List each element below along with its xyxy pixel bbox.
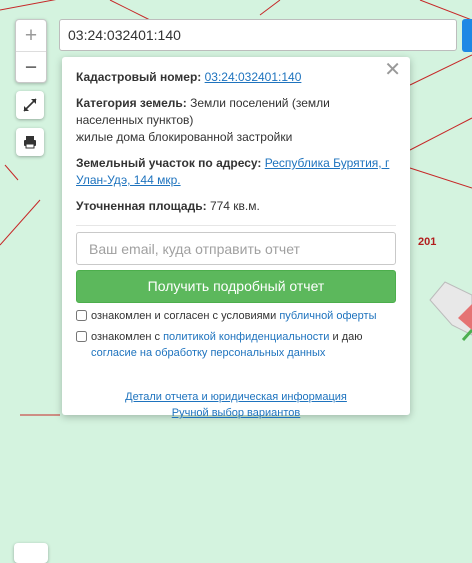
- area-value: 774 кв.м.: [209, 199, 260, 213]
- get-report-button[interactable]: Получить подробный отчет: [76, 270, 396, 303]
- privacy-and-text: и даю: [329, 331, 363, 343]
- address-label: Земельный участок по адресу:: [76, 156, 262, 170]
- map-corner-control[interactable]: [14, 543, 48, 563]
- land-usage-value: жилые дома блокированной застройки: [76, 130, 293, 144]
- offer-text: ознакомлен и согласен с условиями: [91, 310, 280, 322]
- cadastral-number-row: Кадастровый номер: 03:24:032401:140: [76, 69, 396, 86]
- zoom-control: + −: [15, 19, 47, 83]
- privacy-text: ознакомлен с: [91, 331, 164, 343]
- area-label: Уточненная площадь:: [76, 199, 207, 213]
- report-details-link[interactable]: Детали отчета и юридическая информация: [76, 389, 396, 405]
- address-row: Земельный участок по адресу: Республика …: [76, 155, 396, 189]
- print-button[interactable]: [16, 128, 44, 156]
- privacy-consent-row: ознакомлен с политикой конфиденциальност…: [76, 329, 396, 361]
- email-input[interactable]: [76, 232, 396, 265]
- offer-checkbox[interactable]: [76, 310, 87, 321]
- fullscreen-button[interactable]: [16, 91, 44, 119]
- area-row: Уточненная площадь: 774 кв.м.: [76, 198, 396, 215]
- cadastral-number-label: Кадастровый номер:: [76, 70, 202, 84]
- offer-consent-row: ознакомлен и согласен с условиями публич…: [76, 308, 396, 324]
- zoom-out-button[interactable]: −: [16, 52, 46, 82]
- privacy-consent-text: ознакомлен с политикой конфиденциальност…: [91, 329, 362, 361]
- personal-data-consent-link[interactable]: согласие на обработку персональных данны…: [91, 347, 325, 359]
- parcel-info-popup: ✕ Кадастровый номер: 03:24:032401:140 Ка…: [62, 57, 410, 419]
- popup-footer-links: Детали отчета и юридическая информация Р…: [76, 389, 396, 421]
- cadastral-search-input[interactable]: 03:24:032401:140: [59, 19, 457, 51]
- print-icon: [24, 136, 36, 149]
- map-plot-label: 201: [418, 236, 437, 248]
- offer-consent-text: ознакомлен и согласен с условиями публич…: [91, 308, 377, 324]
- search-button[interactable]: [462, 19, 472, 52]
- zoom-in-button[interactable]: +: [16, 20, 46, 52]
- divider: [76, 225, 396, 226]
- privacy-policy-link[interactable]: политикой конфиденциальности: [163, 331, 329, 343]
- close-icon[interactable]: ✕: [384, 60, 401, 80]
- offer-link[interactable]: публичной оферты: [279, 310, 376, 322]
- land-category-row: Категория земель: Земли поселений (земли…: [76, 95, 396, 146]
- expand-icon: [23, 98, 37, 112]
- manual-selection-link[interactable]: Ручной выбор вариантов: [76, 405, 396, 421]
- privacy-checkbox[interactable]: [76, 331, 87, 342]
- land-category-label: Категория земель:: [76, 96, 187, 110]
- cadastral-number-link[interactable]: 03:24:032401:140: [205, 70, 302, 84]
